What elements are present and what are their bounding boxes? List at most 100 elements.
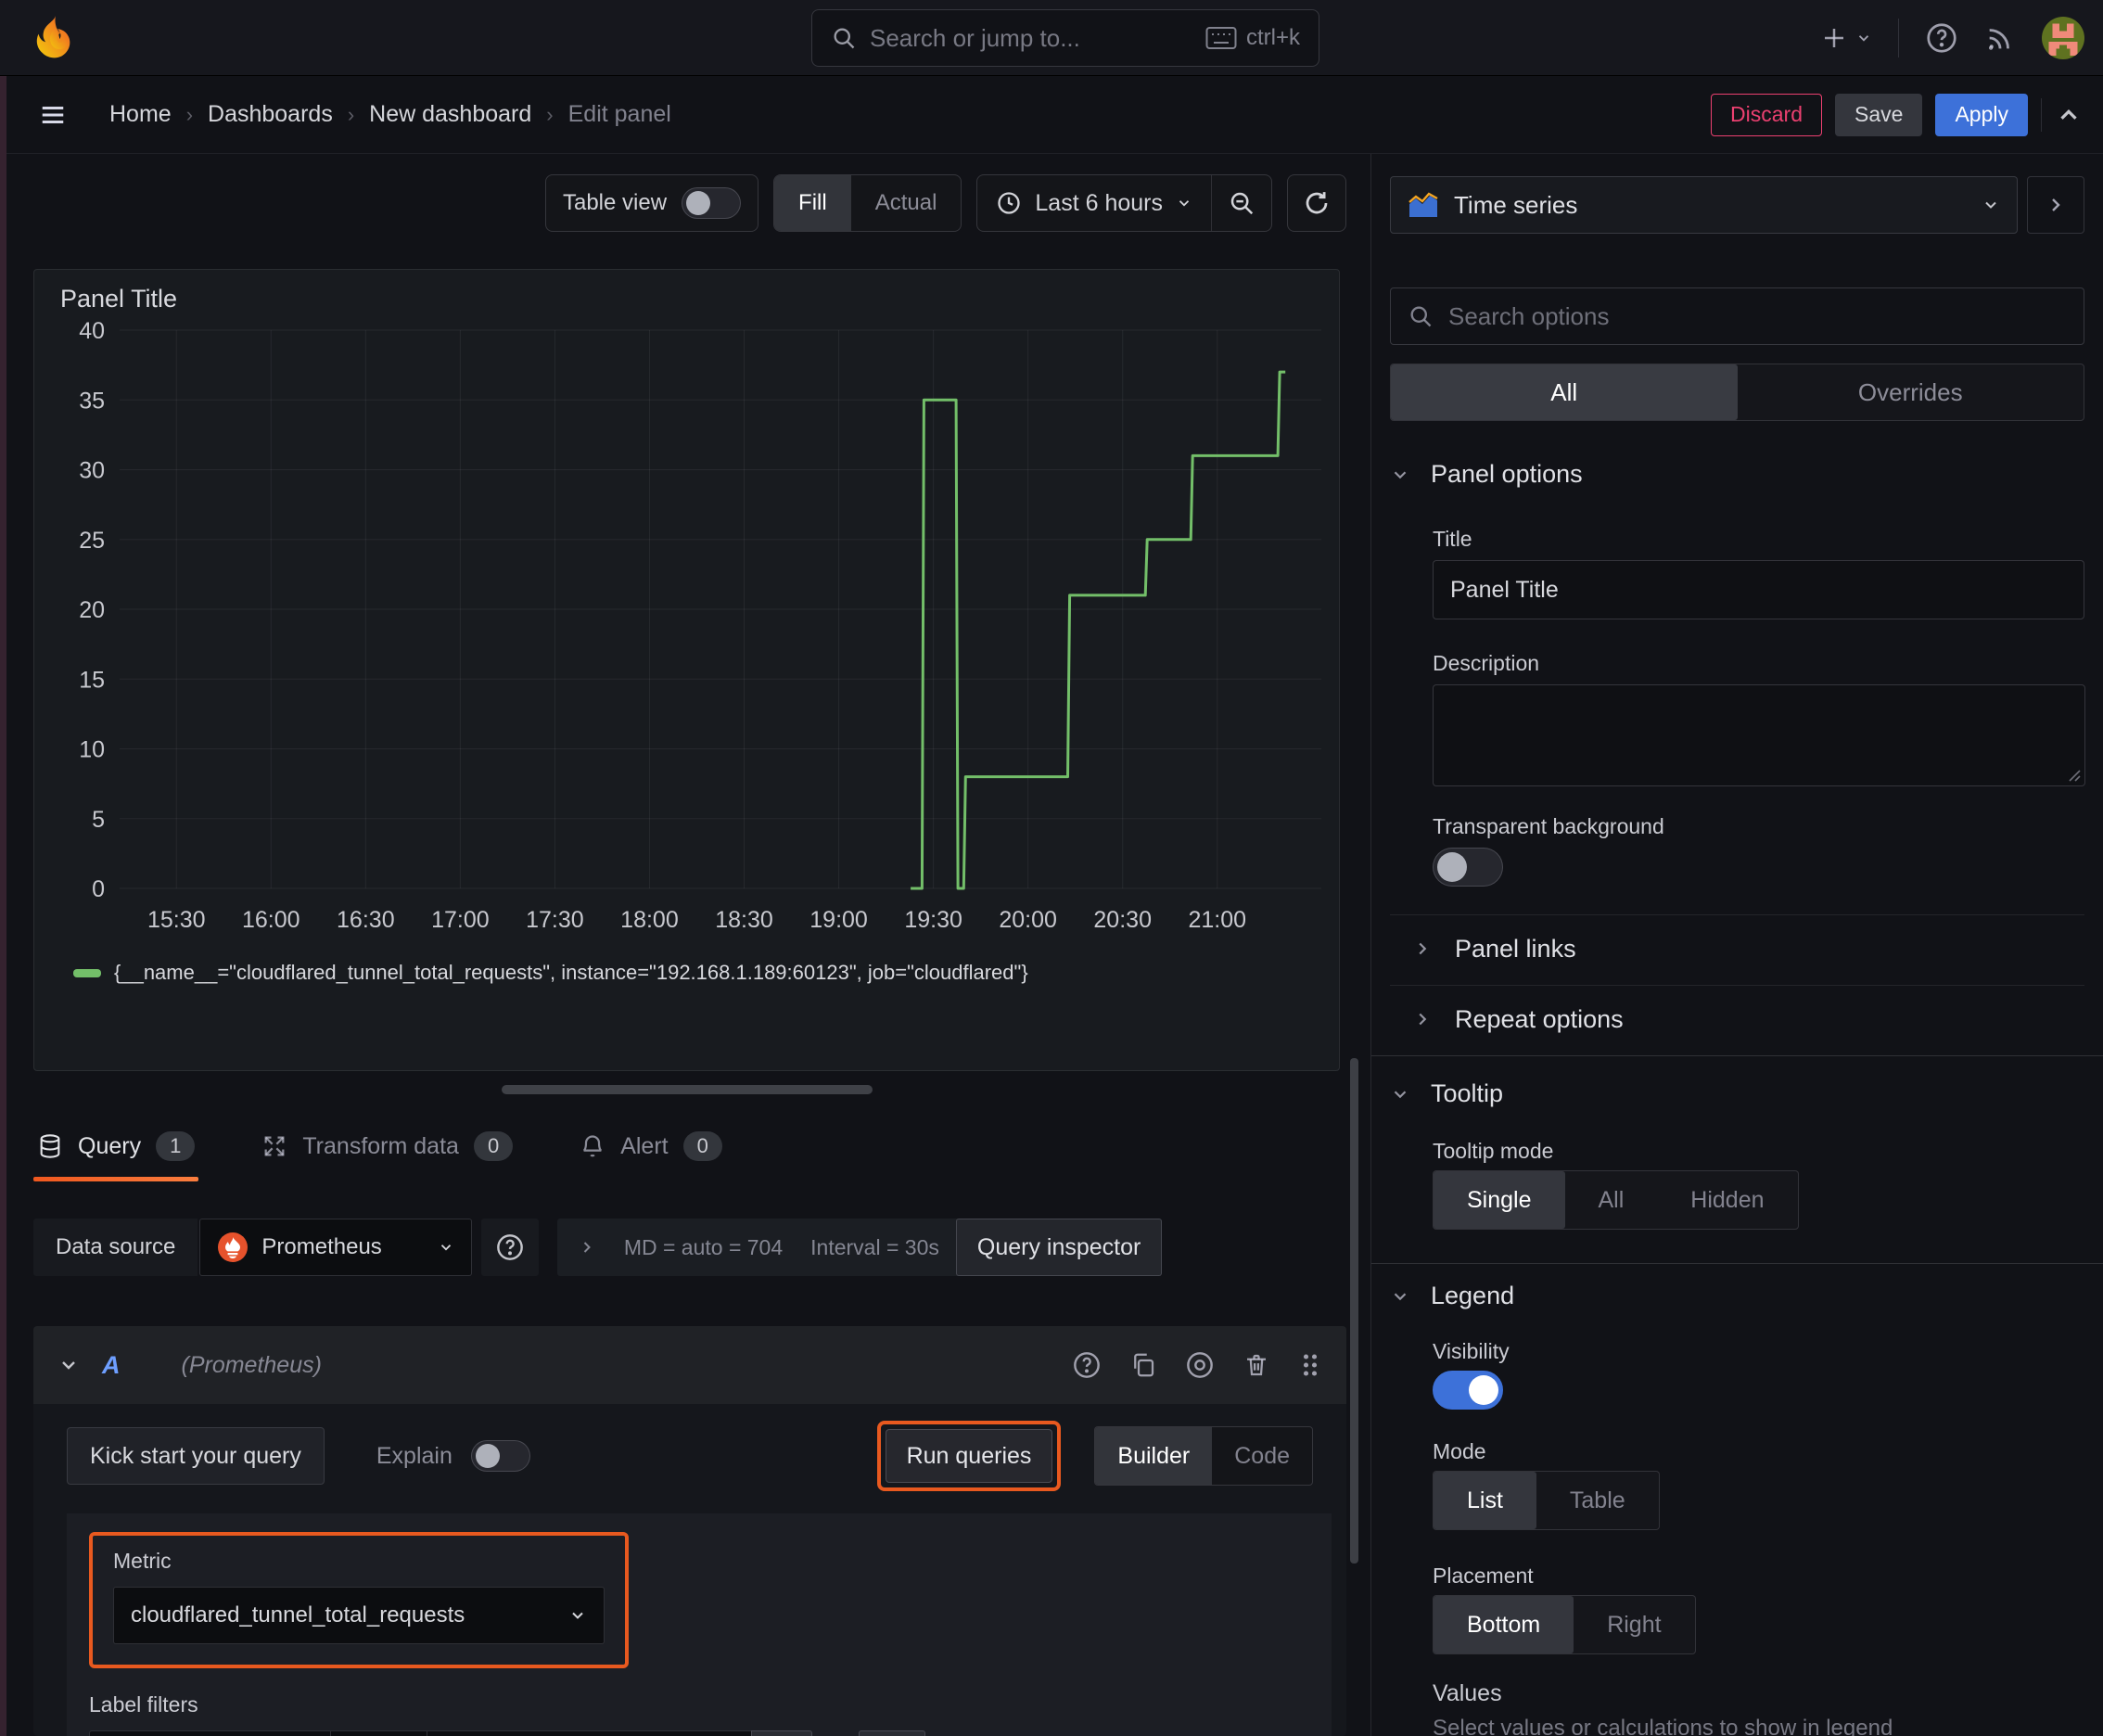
- help-icon: [1927, 23, 1956, 53]
- panel-title-input[interactable]: [1433, 560, 2084, 619]
- legend-mode-table[interactable]: Table: [1536, 1472, 1659, 1529]
- legend-placement-bottom[interactable]: Bottom: [1434, 1596, 1574, 1653]
- vertical-scrollbar[interactable]: [1350, 1058, 1358, 1564]
- user-avatar[interactable]: [2042, 17, 2084, 59]
- x-axis-tick: 17:00: [431, 907, 490, 933]
- repeat-options-section[interactable]: Repeat options: [1390, 990, 2084, 1048]
- topbar-divider: [1898, 19, 1899, 57]
- metric-select[interactable]: cloudflared_tunnel_total_requests: [113, 1587, 605, 1644]
- grafana-logo-icon[interactable]: [32, 14, 80, 62]
- run-queries-button[interactable]: Run queries: [885, 1429, 1053, 1483]
- discard-button[interactable]: Discard: [1711, 93, 1823, 136]
- zoom-out-icon: [1230, 192, 1254, 215]
- series-color-swatch[interactable]: [73, 968, 101, 977]
- time-range-picker[interactable]: Last 6 hours: [977, 175, 1211, 231]
- breadcrumb-home[interactable]: Home: [109, 101, 172, 128]
- explain-toggle[interactable]: [470, 1440, 530, 1472]
- save-button[interactable]: Save: [1835, 93, 1923, 136]
- category-divider: [1371, 1263, 2103, 1264]
- refresh-button[interactable]: [1287, 174, 1346, 232]
- menu-toggle-button[interactable]: [37, 101, 69, 129]
- visualization-picker[interactable]: Time series: [1390, 176, 2018, 234]
- actual-option[interactable]: Actual: [851, 175, 962, 231]
- breadcrumb-new-dashboard[interactable]: New dashboard: [369, 101, 531, 128]
- panel-links-section[interactable]: Panel links: [1390, 920, 2084, 977]
- disable-query-button[interactable]: [1185, 1350, 1215, 1380]
- tooltip-mode-hidden[interactable]: Hidden: [1657, 1171, 1797, 1229]
- delete-query-button[interactable]: [1243, 1351, 1270, 1379]
- tooltip-header[interactable]: Tooltip: [1390, 1079, 2084, 1108]
- builder-option[interactable]: Builder: [1095, 1427, 1213, 1485]
- breadcrumb-dashboards[interactable]: Dashboards: [208, 101, 333, 128]
- visualization-panel[interactable]: Panel Title 0 5 10 15 20 25 30 35 40 15:30 16:00 16…: [33, 269, 1340, 1071]
- panel-options-header[interactable]: Panel options: [1390, 460, 2084, 489]
- title-label: Title: [1433, 527, 1472, 551]
- legend-mode-list[interactable]: List: [1434, 1472, 1536, 1529]
- tab-transform-data[interactable]: Transform data 0: [258, 1122, 516, 1181]
- panel-resize-handle[interactable]: [502, 1085, 873, 1094]
- select-label-dropdown[interactable]: Select label: [89, 1730, 330, 1736]
- remove-filter-button[interactable]: ✕: [751, 1730, 812, 1736]
- background-edge-strip: [0, 76, 6, 1736]
- x-axis-tick: 18:30: [715, 907, 773, 933]
- datasource-picker[interactable]: Prometheus: [199, 1219, 472, 1276]
- table-view-toggle[interactable]: [682, 187, 742, 219]
- global-search[interactable]: ctrl+k: [811, 9, 1319, 67]
- operator-dropdown[interactable]: =: [330, 1730, 427, 1736]
- y-axis-tick: 30: [79, 458, 105, 484]
- drag-query-handle[interactable]: [1298, 1351, 1322, 1379]
- x-axis-tick: 15:30: [147, 907, 206, 933]
- kick-start-button[interactable]: Kick start your query: [67, 1427, 325, 1485]
- transparent-background-toggle[interactable]: [1433, 848, 1503, 887]
- x-axis-tick: 18:00: [620, 907, 679, 933]
- query-row-header[interactable]: A (Prometheus): [33, 1326, 1346, 1404]
- resize-grip-icon[interactable]: [2066, 767, 2081, 782]
- tab-overrides[interactable]: Overrides: [1738, 364, 2084, 420]
- datasource-help-button[interactable]: [480, 1219, 539, 1276]
- category-divider: [1371, 1055, 2103, 1056]
- fill-option[interactable]: Fill: [774, 175, 851, 231]
- chevron-down-icon: [1394, 470, 1407, 479]
- copy-icon: [1134, 1353, 1154, 1377]
- duplicate-query-button[interactable]: [1129, 1351, 1157, 1379]
- panel-view-toolbar: Table view Fill Actual Last 6 hours: [544, 174, 1346, 232]
- query-options-summary[interactable]: MD = auto = 704 Interval = 30s: [556, 1219, 960, 1276]
- description-textarea[interactable]: [1433, 684, 2085, 786]
- series-legend-label[interactable]: {__name__="cloudflared_tunnel_total_requ…: [114, 961, 1028, 985]
- x-axis-tick: 17:30: [526, 907, 584, 933]
- query-ref-id[interactable]: A: [102, 1351, 121, 1380]
- legend-placement-right[interactable]: Right: [1574, 1596, 1694, 1653]
- metric-label: Metric: [113, 1549, 172, 1573]
- tab-query[interactable]: Query 1: [33, 1122, 199, 1181]
- tooltip-mode-all[interactable]: All: [1565, 1171, 1658, 1229]
- legend-header[interactable]: Legend: [1390, 1282, 2084, 1310]
- legend-visibility-toggle[interactable]: [1433, 1371, 1503, 1410]
- query-help-button[interactable]: [1072, 1350, 1102, 1380]
- news-rss-button[interactable]: [1984, 22, 2016, 54]
- series-line: [911, 370, 1286, 890]
- code-option[interactable]: Code: [1212, 1427, 1312, 1485]
- x-axis-tick: 20:00: [999, 907, 1057, 933]
- tab-transform-label: Transform data: [302, 1132, 459, 1159]
- apply-button[interactable]: Apply: [1935, 93, 2028, 136]
- collapse-editor-button[interactable]: [2055, 101, 2083, 129]
- zoom-out-button[interactable]: [1212, 175, 1271, 231]
- options-search[interactable]: [1390, 287, 2084, 345]
- add-filter-button[interactable]: +: [859, 1730, 925, 1736]
- select-value-dropdown[interactable]: Select value: [427, 1730, 751, 1736]
- options-search-input[interactable]: [1448, 301, 2067, 331]
- tooltip-mode-single[interactable]: Single: [1434, 1171, 1565, 1229]
- y-axis-tick: 5: [92, 807, 105, 833]
- search-input[interactable]: [870, 23, 1192, 53]
- chevron-down-icon[interactable]: [57, 1354, 80, 1376]
- search-shortcut: ctrl+k: [1205, 25, 1300, 51]
- tab-all[interactable]: All: [1391, 364, 1738, 420]
- query-inspector-button[interactable]: Query inspector: [955, 1219, 1163, 1276]
- collapse-options-button[interactable]: [2027, 176, 2084, 234]
- add-new-button[interactable]: [1820, 24, 1872, 52]
- y-axis-tick: 35: [79, 388, 105, 414]
- help-button[interactable]: [1925, 21, 1958, 55]
- tab-alert[interactable]: Alert 0: [576, 1122, 726, 1181]
- run-queries-highlight: Run queries: [876, 1421, 1062, 1491]
- label-filters: Label filters Select label = Select valu…: [89, 1692, 1309, 1736]
